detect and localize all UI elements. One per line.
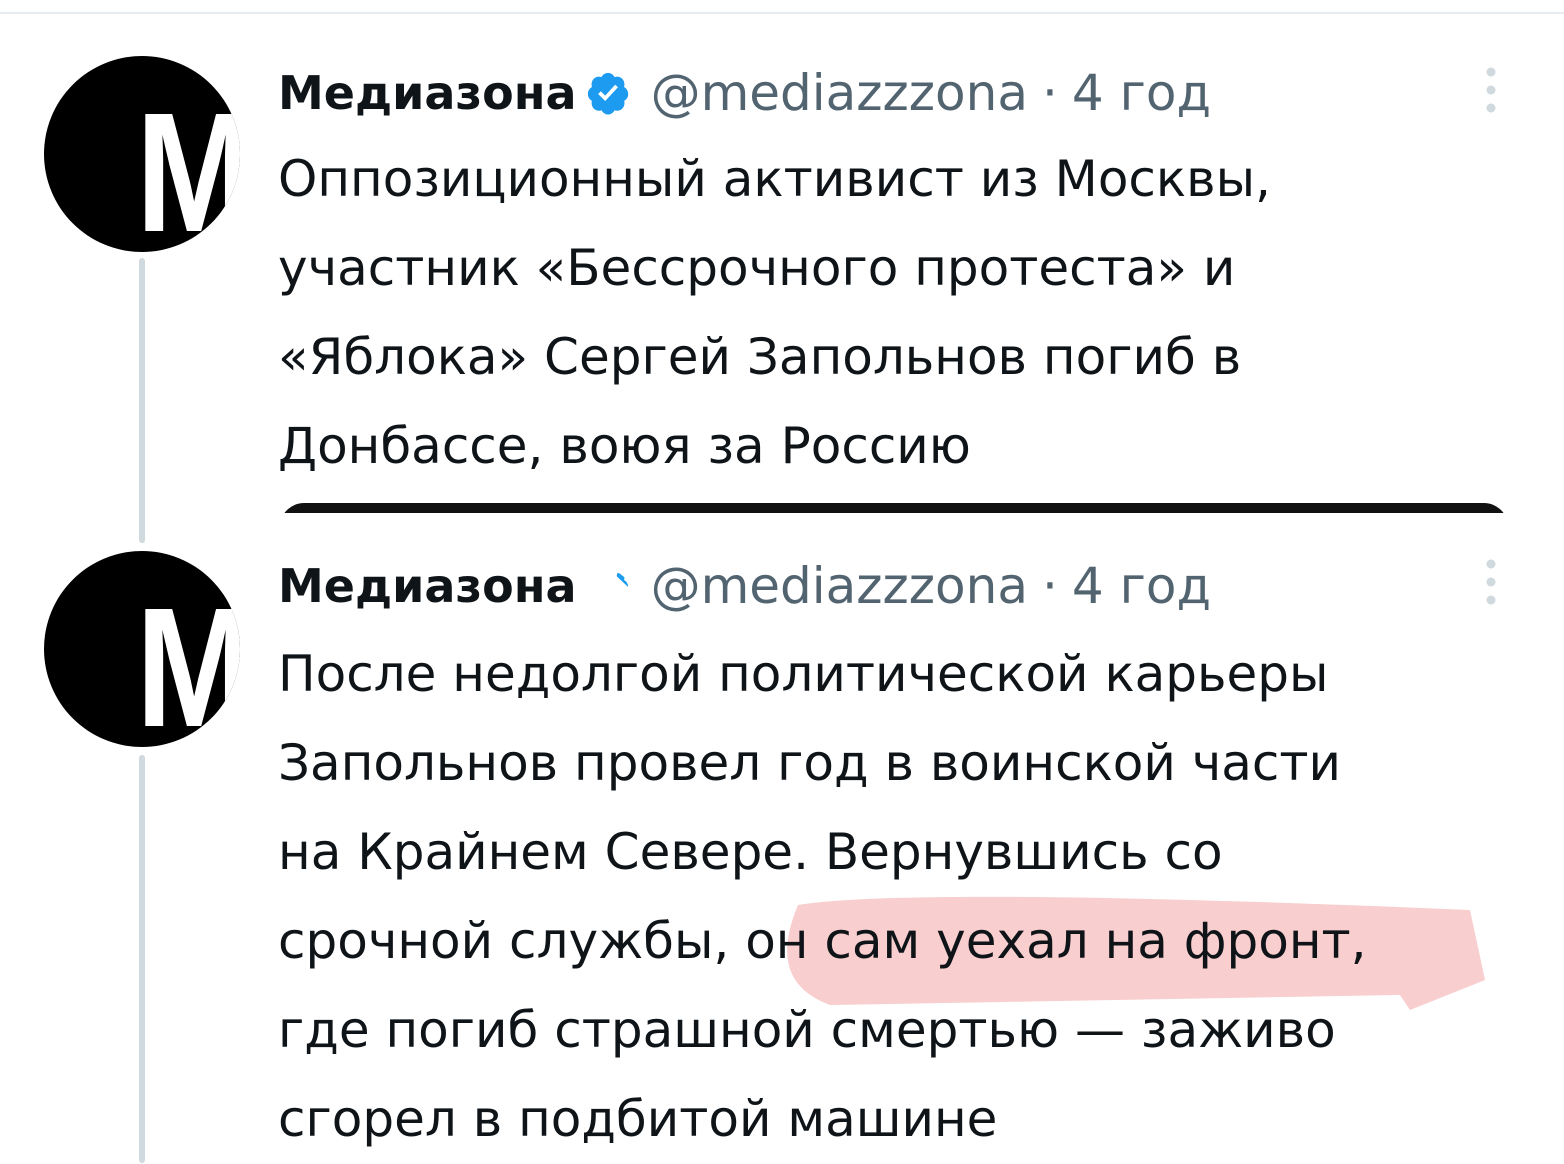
avatar[interactable]: M: [44, 56, 240, 252]
media-preview-mask: [240, 513, 1564, 553]
tweet-text-line: «Яблока» Сергей Запольнов погиб в: [278, 328, 1242, 386]
tweet-text-line: на Крайнем Севере. Вернувшись со: [278, 823, 1223, 881]
tweet-text-line: участник «Бессрочного протеста» и: [278, 239, 1236, 297]
tweet-text-line: где погиб страшной смертью — заживо: [278, 1001, 1336, 1059]
more-vertical-icon[interactable]: [1480, 558, 1502, 606]
separator-dot: ·: [1041, 64, 1058, 122]
user-handle[interactable]: @mediazzzona: [651, 64, 1028, 122]
timestamp[interactable]: 4 год: [1072, 557, 1211, 615]
display-name[interactable]: Медиазона: [278, 559, 577, 613]
verified-badge-icon: [597, 573, 628, 595]
tweet-header: Медиазона @mediazzzona · 4 год: [278, 551, 1211, 621]
avatar-logo-letter: M: [136, 583, 240, 747]
verified-badge-icon: [587, 72, 628, 115]
top-divider: [0, 12, 1564, 14]
avatar[interactable]: M: [44, 551, 240, 747]
tweet-text-line: Запольнов провел год в воинской части: [278, 734, 1342, 792]
timestamp[interactable]: 4 год: [1072, 64, 1211, 122]
tweet-text: Оппозиционный активист из Москвы, участн…: [278, 135, 1538, 491]
tweet-text-line: сгорел в подбитой машине: [278, 1090, 998, 1148]
tweet-text-line: срочной службы, он сам уехал на фронт,: [278, 912, 1367, 970]
tweet-text-line: Донбассе, воюя за Россию: [278, 417, 971, 475]
user-handle[interactable]: @mediazzzona: [651, 557, 1028, 615]
avatar-logo-letter: M: [136, 88, 240, 252]
tweet-text: После недолгой политической карьеры Запо…: [278, 630, 1538, 1164]
tweet-header: Медиазона @mediazzzona · 4 год: [278, 58, 1211, 128]
more-vertical-icon[interactable]: [1480, 66, 1502, 114]
thread-connector-line: [139, 755, 145, 1163]
tweet-text-line: Оппозиционный активист из Москвы,: [278, 150, 1271, 208]
tweet-text-line: После недолгой политической карьеры: [278, 645, 1329, 703]
thread-connector-line: [139, 258, 145, 543]
separator-dot: ·: [1041, 557, 1058, 615]
display-name[interactable]: Медиазона: [278, 66, 577, 120]
